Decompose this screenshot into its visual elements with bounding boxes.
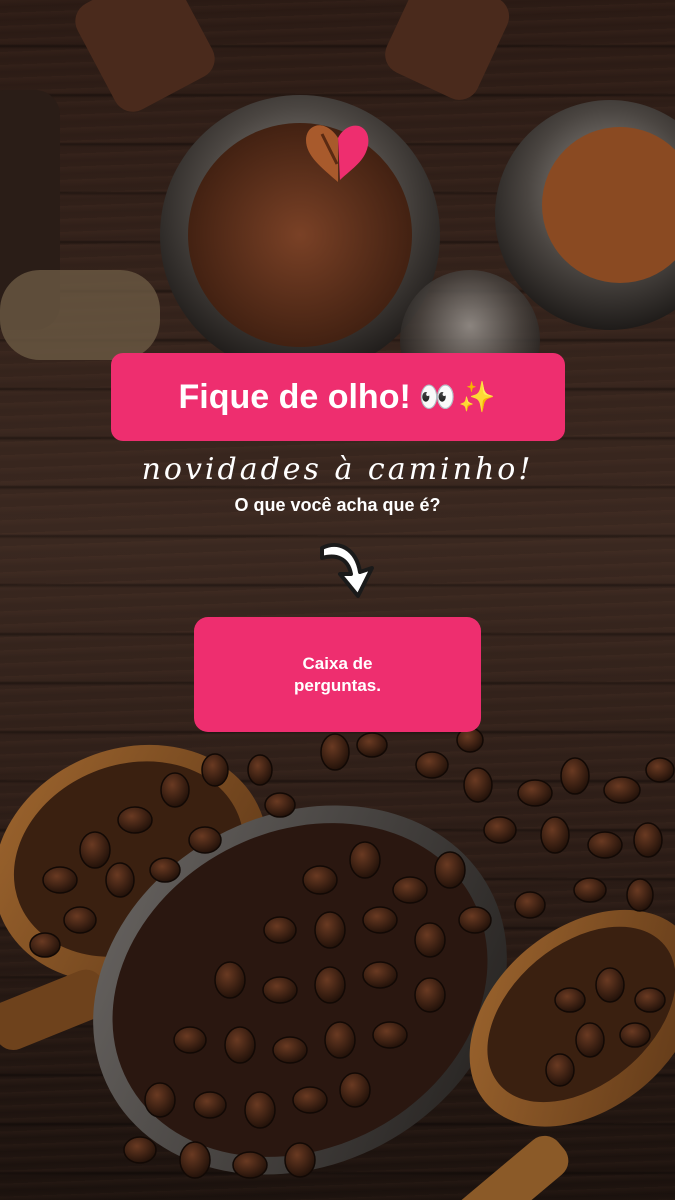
- question-box-sticker[interactable]: Caixa de perguntas.: [194, 617, 481, 732]
- question-box-label: Caixa de perguntas.: [294, 653, 381, 695]
- question-prompt: O que você acha que é?: [234, 495, 441, 515]
- eyes-sparkles-emoji: 👀✨: [418, 380, 498, 414]
- title-banner: Fique de olho! 👀✨: [111, 353, 565, 441]
- curved-arrow-icon: [320, 543, 374, 598]
- coffee-heart-icon: [306, 125, 369, 182]
- story-canvas: Fique de olho! 👀✨ novidades à caminho! O…: [0, 0, 675, 1200]
- script-subtitle: novidades à caminho!: [141, 452, 534, 487]
- title-text: Fique de olho!: [178, 377, 411, 416]
